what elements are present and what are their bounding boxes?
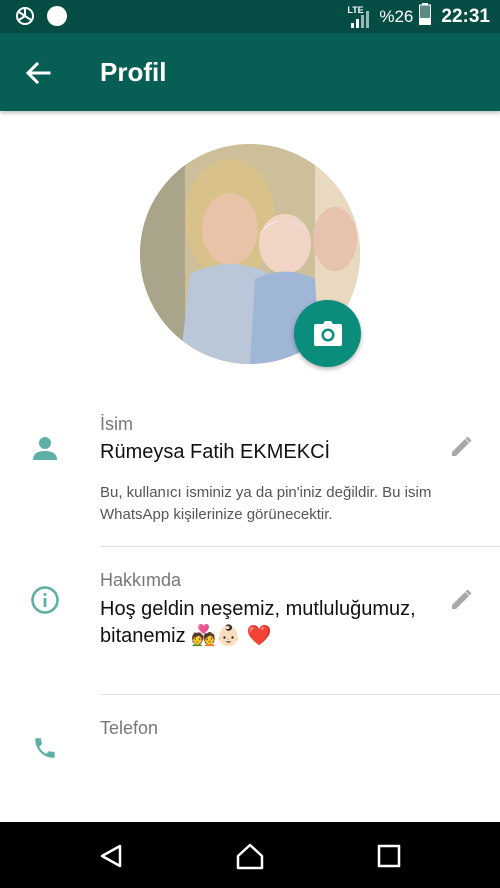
signal-icon: LTE xyxy=(347,5,373,29)
triangle-back-icon xyxy=(100,844,122,868)
about-value: Hoş geldin neşemiz, mutluluğumuz, bitane… xyxy=(100,598,416,647)
nav-home-button[interactable] xyxy=(230,836,270,876)
nav-back-button[interactable] xyxy=(91,836,131,876)
system-nav-bar xyxy=(0,822,500,888)
info-icon xyxy=(28,583,62,617)
change-photo-button[interactable] xyxy=(294,300,361,367)
square-recents-icon xyxy=(377,844,401,868)
divider xyxy=(100,694,500,695)
status-indicators: LTE %26 22:31 xyxy=(347,0,490,33)
arrow-left-icon xyxy=(25,61,51,85)
phone-label: Telefon xyxy=(100,718,159,738)
person-icon xyxy=(28,431,62,465)
battery-percentage: %26 xyxy=(379,6,414,26)
edit-name-button[interactable] xyxy=(445,431,477,463)
circle-notification-icon xyxy=(46,5,68,32)
app-bar: Profil xyxy=(0,33,500,111)
battery-icon xyxy=(419,3,432,30)
status-bar: LTE %26 22:31 xyxy=(0,0,500,33)
back-button[interactable] xyxy=(20,55,56,91)
pencil-icon xyxy=(452,436,472,456)
name-value: Rümeysa Fatih EKMEKCİ xyxy=(100,441,331,463)
clock: 22:31 xyxy=(441,5,490,27)
pencil-icon xyxy=(452,589,472,609)
page-title: Profil xyxy=(100,57,167,87)
camera-icon xyxy=(313,320,342,346)
name-label: İsim xyxy=(100,414,133,434)
status-notifications xyxy=(14,5,68,32)
profile-screen: LTE %26 22:31 Profil İsim Rümeysa Fatih … xyxy=(0,0,500,888)
phone-icon xyxy=(28,731,62,765)
about-label: Hakkımda xyxy=(100,570,182,590)
divider xyxy=(100,546,500,547)
nav-recents-button[interactable] xyxy=(369,836,409,876)
app-notification-icon xyxy=(14,5,36,32)
edit-about-button[interactable] xyxy=(445,584,477,616)
home-icon xyxy=(236,843,264,870)
name-hint: Bu, kullanıcı isminiz ya da pin'iniz değ… xyxy=(100,484,432,523)
